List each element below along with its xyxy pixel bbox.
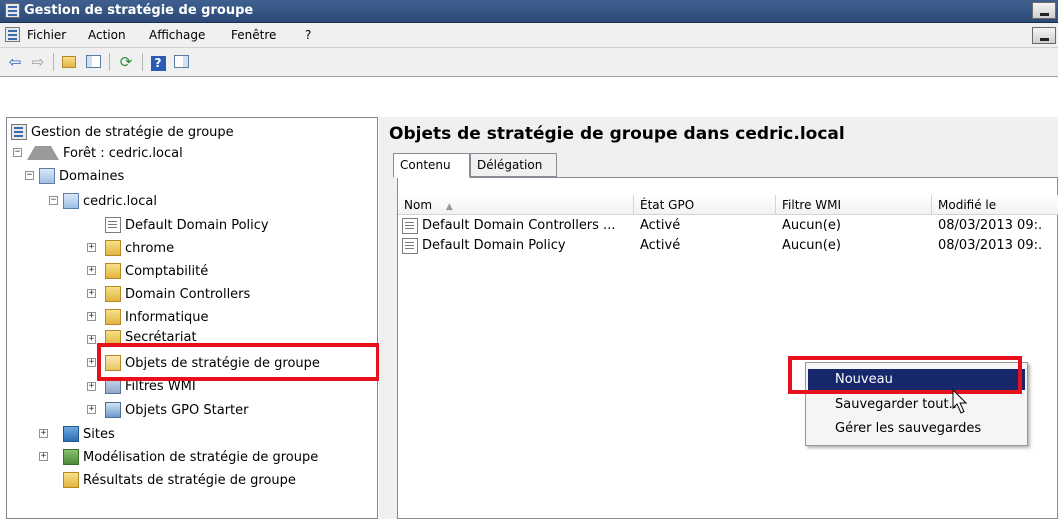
tree-item-results[interactable]: Résultats de stratégie de groupe bbox=[63, 470, 296, 490]
tree-item-sites[interactable]: Sites bbox=[63, 424, 115, 444]
forward-icon[interactable]: ⇨ bbox=[29, 53, 47, 71]
toolbar-separator bbox=[109, 53, 110, 71]
gpo-link-icon bbox=[105, 217, 121, 233]
modeling-icon bbox=[63, 449, 79, 465]
collapse-icon[interactable]: − bbox=[13, 148, 22, 157]
column-filtre-wmi[interactable]: Filtre WMI bbox=[776, 195, 932, 215]
menu-fichier[interactable]: Fichier bbox=[27, 28, 66, 42]
expand-icon[interactable]: + bbox=[87, 335, 96, 344]
tree-highlight-box bbox=[97, 343, 380, 381]
console-tree[interactable]: Gestion de stratégie de groupe − Forêt :… bbox=[6, 117, 378, 519]
sort-ascending-icon: ▲ bbox=[445, 202, 453, 212]
expand-icon[interactable]: + bbox=[87, 312, 96, 321]
refresh-icon[interactable]: ⟳ bbox=[117, 53, 135, 71]
collapse-icon[interactable]: − bbox=[49, 196, 58, 205]
toolbar-separator bbox=[53, 53, 54, 71]
results-icon bbox=[63, 472, 79, 488]
expand-icon[interactable]: + bbox=[87, 405, 96, 414]
menu-affichage[interactable]: Affichage bbox=[149, 28, 205, 42]
console-menu-icon[interactable] bbox=[5, 27, 20, 42]
gpmc-app-icon bbox=[5, 3, 20, 18]
expand-icon[interactable]: + bbox=[87, 358, 96, 367]
menu-action[interactable]: Action bbox=[88, 28, 126, 42]
table-row[interactable]: Default Domain Policy Activé Aucun(e) 08… bbox=[398, 236, 1058, 256]
show-action-pane-icon[interactable] bbox=[172, 53, 190, 71]
tree-item-chrome[interactable]: chrome bbox=[105, 238, 174, 258]
forest-icon bbox=[27, 146, 59, 160]
collapse-icon[interactable]: − bbox=[25, 171, 34, 180]
expand-icon[interactable]: + bbox=[87, 382, 96, 391]
up-folder-icon[interactable] bbox=[60, 53, 78, 71]
table-row[interactable]: Default Domain Controllers ... Activé Au… bbox=[398, 216, 1058, 236]
ou-icon bbox=[105, 240, 121, 256]
tree-item-root[interactable]: Gestion de stratégie de groupe bbox=[11, 122, 234, 142]
back-icon[interactable]: ⇦ bbox=[6, 53, 24, 71]
help-icon[interactable]: ? bbox=[149, 53, 167, 71]
tree-item-modeling[interactable]: Modélisation de stratégie de groupe bbox=[63, 447, 318, 467]
list-header: Nom ▲ État GPO Filtre WMI Modifié le bbox=[398, 195, 1058, 215]
tab-contenu[interactable]: Contenu bbox=[393, 153, 470, 178]
show-hide-tree-icon[interactable] bbox=[84, 53, 102, 71]
column-etat-gpo[interactable]: État GPO bbox=[634, 195, 776, 215]
domains-icon bbox=[39, 168, 55, 184]
mouse-cursor-icon bbox=[952, 389, 968, 414]
gpo-list[interactable]: Nom ▲ État GPO Filtre WMI Modifié le Def… bbox=[397, 177, 1058, 519]
tree-item-informatique[interactable]: Informatique bbox=[105, 307, 209, 327]
expand-icon[interactable]: + bbox=[39, 452, 48, 461]
window-titlebar: Gestion de stratégie de groupe bbox=[0, 0, 1058, 23]
column-nom[interactable]: Nom ▲ bbox=[398, 195, 634, 215]
tree-item-starter-gpos[interactable]: Objets GPO Starter bbox=[105, 400, 248, 420]
menu-item-sauvegarder-tout[interactable]: Sauvegarder tout... bbox=[808, 394, 1025, 415]
tree-item-domains[interactable]: Domaines bbox=[39, 166, 124, 186]
starter-gpo-icon bbox=[105, 402, 121, 418]
ou-icon bbox=[105, 263, 121, 279]
gpmc-icon bbox=[11, 124, 27, 140]
content-title: Objets de stratégie de groupe dans cedri… bbox=[389, 124, 845, 144]
tab-delegation[interactable]: Délégation bbox=[470, 153, 557, 177]
expand-icon[interactable]: + bbox=[87, 243, 96, 252]
menu-bar: Fichier Action Affichage Fenêtre ? bbox=[0, 23, 1058, 48]
minimize-button[interactable] bbox=[1032, 2, 1056, 19]
expand-icon[interactable]: + bbox=[39, 429, 48, 438]
tree-item-domain-controllers[interactable]: Domain Controllers bbox=[105, 284, 250, 304]
tree-item-comptabilite[interactable]: Comptabilité bbox=[105, 261, 208, 281]
expand-icon[interactable]: + bbox=[87, 289, 96, 298]
toolbar: ⇦ ⇨ ⟳ ? bbox=[0, 48, 1058, 77]
child-minimize-button[interactable] bbox=[1032, 27, 1056, 44]
toolbar-separator bbox=[142, 53, 143, 71]
column-modifie-le[interactable]: Modifié le bbox=[932, 195, 1058, 215]
content-pane: Objets de stratégie de groupe dans cedri… bbox=[389, 117, 1058, 519]
tree-item-default-domain-policy[interactable]: Default Domain Policy bbox=[105, 215, 269, 235]
pane-splitter[interactable] bbox=[379, 117, 389, 519]
expand-icon[interactable]: + bbox=[87, 266, 96, 275]
ou-icon bbox=[105, 330, 121, 344]
menu-fenetre[interactable]: Fenêtre bbox=[231, 28, 276, 42]
ou-icon bbox=[105, 286, 121, 302]
tree-item-cedric-local[interactable]: cedric.local bbox=[63, 191, 157, 211]
ou-icon bbox=[105, 309, 121, 325]
tree-item-forest[interactable]: Forêt : cedric.local bbox=[27, 143, 183, 163]
menu-item-gerer-sauvegardes[interactable]: Gérer les sauvegardes bbox=[808, 418, 1025, 439]
menu-highlight-box bbox=[788, 356, 1022, 394]
gpo-icon bbox=[402, 218, 418, 234]
menu-help[interactable]: ? bbox=[305, 28, 311, 42]
tree-item-secretariat[interactable]: Secrétariat bbox=[105, 330, 197, 344]
gpo-icon bbox=[402, 238, 418, 254]
sites-icon bbox=[63, 426, 79, 442]
domain-icon bbox=[63, 193, 79, 209]
window-title: Gestion de stratégie de groupe bbox=[24, 3, 254, 18]
